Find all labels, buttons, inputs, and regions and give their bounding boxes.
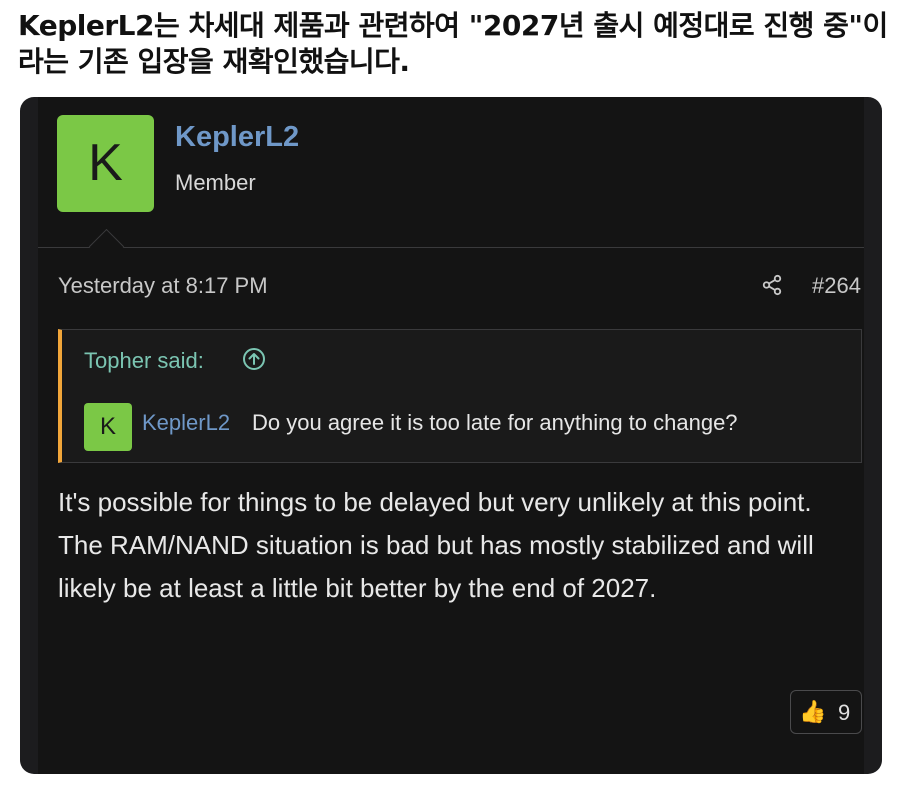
user-title: Member (175, 170, 256, 195)
share-icon[interactable] (761, 274, 783, 296)
post-number-link[interactable]: #264 (812, 273, 861, 299)
post-body: It's possible for things to be delayed b… (58, 487, 814, 603)
quote-block: Topher said: K KeplerL2 Do you agree it … (58, 329, 862, 463)
thumbs-up-icon: 👍 (799, 699, 827, 724)
avatar[interactable]: K (57, 115, 154, 212)
forum-post-card: K KeplerL2 Member Yesterday at 8:17 PM #… (20, 97, 882, 774)
reaction-button[interactable]: 👍 9 (790, 690, 862, 734)
reaction-count: 9 (838, 700, 851, 725)
username-link[interactable]: KeplerL2 (175, 121, 299, 154)
quote-avatar[interactable]: K (84, 403, 132, 451)
arrow-up-circle-icon[interactable] (242, 347, 266, 371)
quote-username-link[interactable]: KeplerL2 (142, 410, 230, 436)
headline: KeplerL2는 차세대 제품과 관련하여 "2027년 출시 예정대로 진행… (18, 9, 888, 78)
post-container: K KeplerL2 Member Yesterday at 8:17 PM #… (38, 97, 864, 774)
quote-text: Do you agree it is too late for anything… (252, 410, 738, 435)
quote-attribution[interactable]: Topher said: (84, 348, 204, 374)
user-header: K KeplerL2 Member (38, 97, 864, 248)
post-date-link[interactable]: Yesterday at 8:17 PM (58, 273, 268, 299)
